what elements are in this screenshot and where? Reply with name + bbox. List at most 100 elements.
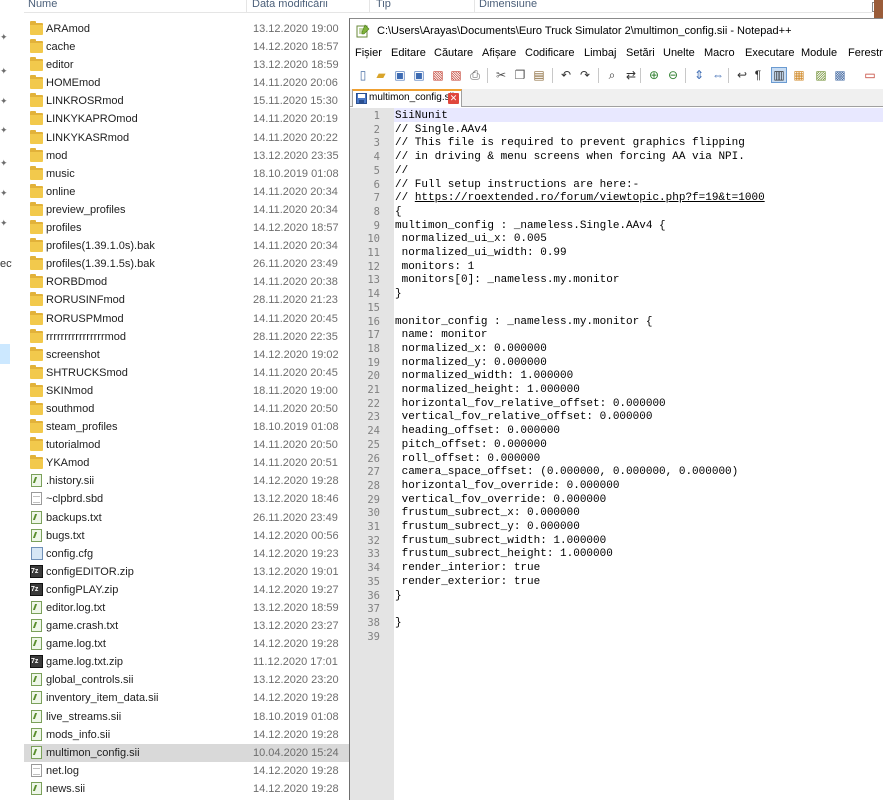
file-row[interactable]: live_streams.sii 18.10.2019 01:08: [24, 708, 350, 726]
open-file-icon[interactable]: ▰: [373, 67, 389, 83]
menu-item[interactable]: Unelte: [663, 47, 695, 59]
file-row[interactable]: config.cfg 14.12.2020 19:23: [24, 545, 350, 563]
file-row[interactable]: RORUSINFmod 28.11.2020 21:23: [24, 291, 350, 309]
file-row[interactable]: SHTRUCKSmod 14.11.2020 20:45: [24, 364, 350, 382]
file-row[interactable]: editor.log.txt 13.12.2020 18:59: [24, 599, 350, 617]
zoom-in-icon[interactable]: ⊕: [646, 67, 662, 83]
menu-item[interactable]: Fișier: [355, 47, 382, 59]
menu-item[interactable]: Codificare: [525, 47, 575, 59]
file-row[interactable]: inventory_item_data.sii 14.12.2020 19:28: [24, 689, 350, 707]
paste-icon[interactable]: ▤: [531, 67, 547, 83]
menu-item[interactable]: Căutare: [434, 47, 473, 59]
code-line-link[interactable]: // https://roextended.ro/forum/viewtopic…: [395, 192, 765, 206]
save-all-icon[interactable]: ▣: [411, 67, 427, 83]
replace-icon[interactable]: ⇄: [623, 67, 639, 83]
file-row[interactable]: preview_profiles 14.11.2020 20:34: [24, 201, 350, 219]
file-row[interactable]: YKAmod 14.11.2020 20:51: [24, 454, 350, 472]
folder-workspace-icon[interactable]: ▩: [832, 67, 848, 83]
file-row-selected[interactable]: multimon_config.sii 10.04.2020 15:24: [24, 743, 350, 762]
file-row[interactable]: rrrrrrrrrrrrrrrrmod 28.11.2020 22:35: [24, 328, 350, 346]
file-row[interactable]: news.sii 14.12.2020 19:28: [24, 780, 350, 798]
file-row[interactable]: tutorialmod 14.11.2020 20:50: [24, 436, 350, 454]
file-row[interactable]: HOMEmod 14.11.2020 20:06: [24, 74, 350, 92]
menu-item[interactable]: Ferestre: [848, 47, 883, 59]
file-row[interactable]: LINKYKASRmod 14.11.2020 20:22: [24, 129, 350, 147]
file-row[interactable]: ~clpbrd.sbd 13.12.2020 18:46: [24, 490, 350, 508]
file-row[interactable]: ARAmod 13.12.2020 19:00: [24, 20, 350, 38]
file-row[interactable]: SKINmod 18.11.2020 19:00: [24, 382, 350, 400]
file-row[interactable]: music 18.10.2019 01:08: [24, 165, 350, 183]
file-row[interactable]: game.crash.txt 13.12.2020 23:27: [24, 617, 350, 635]
file-row[interactable]: global_controls.sii 13.12.2020 23:20: [24, 671, 350, 689]
column-divider[interactable]: [369, 0, 370, 12]
file-row[interactable]: .history.sii 14.12.2020 19:28: [24, 472, 350, 490]
file-row[interactable]: cache 14.12.2020 18:57: [24, 38, 350, 56]
show-all-chars-icon[interactable]: ¶: [750, 67, 766, 83]
undo-icon[interactable]: ↶: [558, 67, 574, 83]
column-header-size[interactable]: Dimensiune: [479, 0, 537, 10]
menu-item[interactable]: Executare: [745, 47, 795, 59]
menu-item[interactable]: Setări: [626, 47, 655, 59]
file-row[interactable]: configPLAY.zip 14.12.2020 19:27: [24, 581, 350, 599]
column-header-type[interactable]: Tip: [376, 0, 391, 10]
file-row[interactable]: profiles(1.39.1.5s).bak 26.11.2020 23:49: [24, 255, 350, 273]
file-row[interactable]: bugs.txt 14.12.2020 00:56: [24, 527, 350, 545]
file-row[interactable]: LINKYKAPROmod 14.11.2020 20:19: [24, 110, 350, 128]
file-row[interactable]: mod 13.12.2020 23:35: [24, 147, 350, 165]
record-macro-icon[interactable]: ▭: [862, 67, 878, 83]
file-row[interactable]: backups.txt 26.11.2020 23:49: [24, 509, 350, 527]
file-row[interactable]: RORUSPMmod 14.11.2020 20:45: [24, 310, 350, 328]
file-row[interactable]: RORBDmod 14.11.2020 20:38: [24, 273, 350, 291]
save-icon[interactable]: ▣: [392, 67, 408, 83]
sync-vertical-icon[interactable]: ⇕: [691, 67, 707, 83]
menu-item[interactable]: Module: [801, 47, 837, 59]
word-wrap-icon[interactable]: ↩: [734, 67, 750, 83]
editor-area[interactable]: 1 2 3 4 5 6 7 8 9 10 11 12 13 14 15 16 17 18 19 20 21 22 23 24 2…: [350, 108, 883, 800]
file-row[interactable]: screenshot 14.12.2020 19:02: [24, 346, 350, 364]
function-list-icon[interactable]: ▨: [813, 67, 829, 83]
nav-item-label[interactable]: ect: [0, 258, 12, 270]
menu-item[interactable]: Macro: [704, 47, 735, 59]
file-row[interactable]: editor 13.12.2020 18:59: [24, 56, 350, 74]
file-row[interactable]: southmod 14.11.2020 20:50: [24, 400, 350, 418]
file-row[interactable]: game.log.txt 14.12.2020 19:28: [24, 635, 350, 653]
file-row[interactable]: steam_profiles 18.10.2019 01:08: [24, 418, 350, 436]
line-number: 15: [367, 301, 380, 314]
copy-icon[interactable]: ❐: [512, 67, 528, 83]
file-row[interactable]: online 14.11.2020 20:34: [24, 183, 350, 201]
close-all-icon[interactable]: ▧: [448, 67, 464, 83]
file-icon: [31, 727, 42, 741]
code-line: vertical_fov_relative_offset: 0.000000: [395, 411, 653, 424]
column-header-date[interactable]: Data modificării: [252, 0, 328, 10]
file-row[interactable]: profiles(1.39.1.0s).bak 14.11.2020 20:34: [24, 237, 350, 255]
doc-map-icon[interactable]: ▦: [791, 67, 807, 83]
file-name: screenshot: [46, 348, 100, 361]
title-bar[interactable]: C:\Users\Arayas\Documents\Euro Truck Sim…: [350, 19, 883, 44]
file-row[interactable]: configEDITOR.zip 13.12.2020 19:01: [24, 563, 350, 581]
find-icon[interactable]: ⌕: [604, 67, 620, 83]
print-icon[interactable]: ⎙: [467, 67, 483, 83]
file-row[interactable]: game.log.txt.zip 11.12.2020 17:01: [24, 653, 350, 671]
menu-item[interactable]: Editare: [391, 47, 426, 59]
column-divider[interactable]: [474, 0, 475, 12]
file-row[interactable]: profiles 14.12.2020 18:57: [24, 219, 350, 237]
file-row[interactable]: LINKROSRmod 15.11.2020 15:30: [24, 92, 350, 110]
nav-selected-item[interactable]: [0, 344, 10, 364]
cut-icon[interactable]: ✂: [493, 67, 509, 83]
menu-item[interactable]: Limbaj: [584, 47, 616, 59]
zoom-out-icon[interactable]: ⊖: [665, 67, 681, 83]
sync-horizontal-icon[interactable]: ⇔: [710, 67, 726, 83]
indent-guide-icon[interactable]: ▥: [771, 67, 787, 83]
column-header-name[interactable]: Nume: [28, 0, 57, 10]
new-file-icon[interactable]: ▯: [355, 67, 371, 83]
tab-multimon-config[interactable]: multimon_config.sii ✕: [352, 89, 462, 107]
close-icon[interactable]: ▧: [430, 67, 446, 83]
menu-item[interactable]: Afișare: [482, 47, 516, 59]
tab-close-icon[interactable]: ✕: [448, 93, 459, 104]
code-text[interactable]: SiiNunit// Single.AAv4// This file is re…: [395, 108, 883, 800]
file-row[interactable]: net.log 14.12.2020 19:28: [24, 762, 350, 780]
column-divider[interactable]: [246, 0, 247, 12]
redo-icon[interactable]: ↷: [577, 67, 593, 83]
navigation-pane[interactable]: ✦ ✦ ✦ ✦ ✦ ✦ ✦ ect: [0, 0, 12, 800]
file-row[interactable]: mods_info.sii 14.12.2020 19:28: [24, 726, 350, 744]
